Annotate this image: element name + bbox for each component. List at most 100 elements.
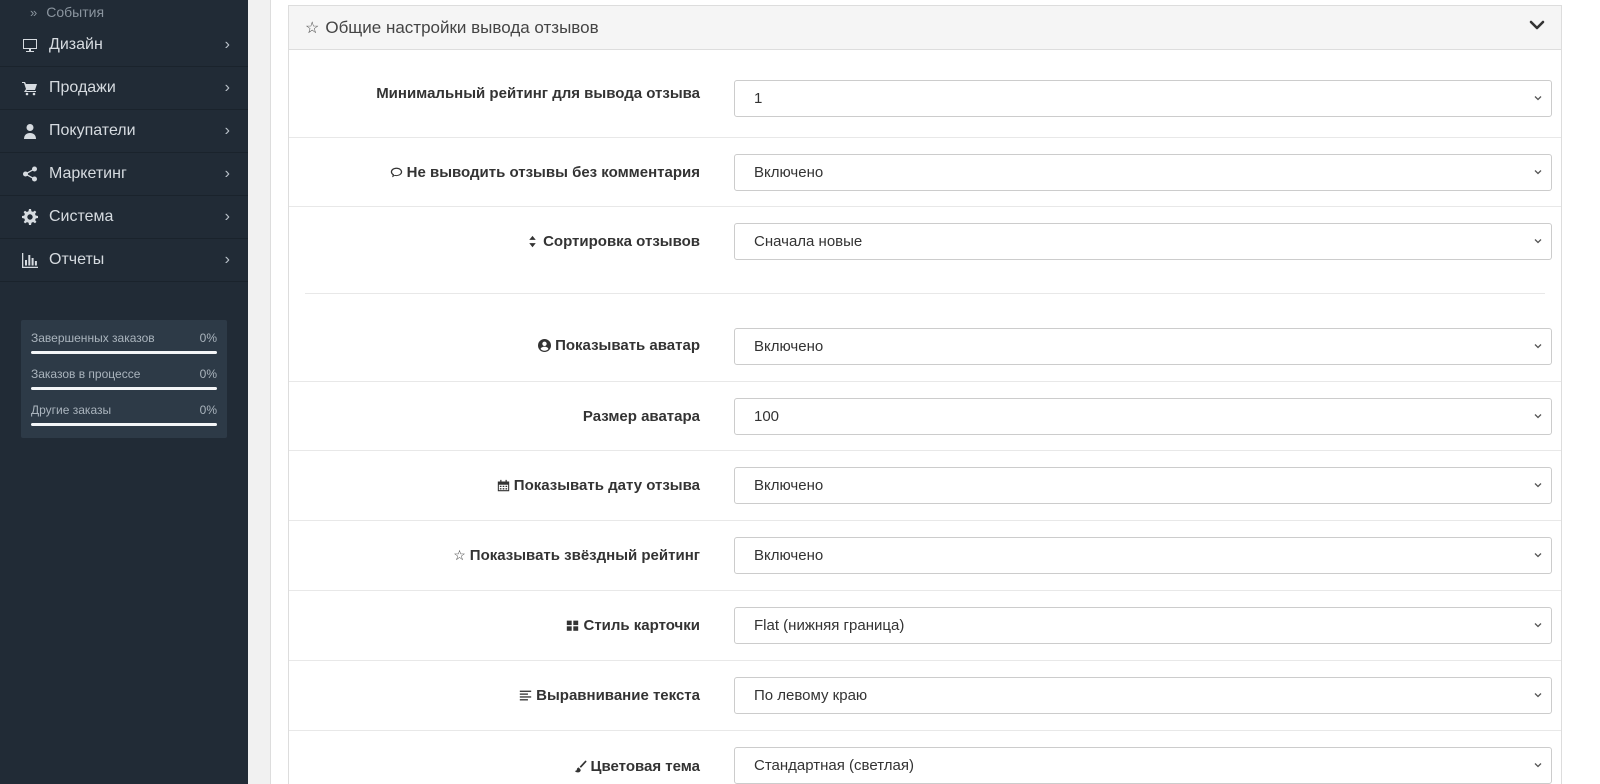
stat-progress-bar [31,351,217,354]
sidebar-item-marketing[interactable]: Маркетинг › [0,153,248,196]
star-outline-icon: ☆ [305,19,320,37]
card-style-select[interactable]: Flat (нижняя граница) [734,607,1552,644]
setting-label: Не выводить отзывы без комментария [289,164,700,181]
user-icon [21,122,39,140]
select-value: 100 [754,408,780,425]
calendar-icon [497,479,510,492]
stat-completed-orders: Завершенных заказов 0% [31,331,217,354]
sidebar-item-customers[interactable]: Покупатели › [0,110,248,153]
select-value: Включено [754,164,824,181]
chevron-right-icon: › [224,251,230,268]
gear-icon [21,208,39,226]
setting-label: Выравнивание текста [289,687,700,704]
section-divider [305,293,1545,294]
setting-min-rating: Минимальный рейтинг для вывода отзыва 1 [289,50,1561,138]
setting-color-theme: Цветовая тема Стандартная (светлая) [289,731,1561,784]
select-value: Включено [754,547,824,564]
stat-other-orders: Другие заказы 0% [31,403,217,426]
chevron-down-icon [1532,91,1544,108]
sort-select[interactable]: Сначала новые [734,223,1552,260]
color-theme-select[interactable]: Стандартная (светлая) [734,747,1552,784]
setting-label: Минимальный рейтинг для вывода отзыва [289,85,700,102]
sidebar-item-system[interactable]: Система › [0,196,248,239]
setting-label-text: Размер аватара [582,407,700,425]
setting-show-date: Показывать дату отзыва Включено [289,451,1561,521]
chevron-right-icon: › [224,36,230,53]
sidebar-subitem-events[interactable]: » События [0,0,248,24]
setting-avatar-size: Размер аватара 100 [289,382,1561,451]
select-value: Flat (нижняя граница) [754,617,905,634]
select-value: По левому краю [754,687,868,704]
setting-text-align: Выравнивание текста По левому краю [289,661,1561,731]
stat-label: Завершенных заказов [31,331,155,345]
min-rating-select[interactable]: 1 [734,80,1552,117]
setting-hide-empty-reviews: Не выводить отзывы без комментария Включ… [289,138,1561,207]
select-value: Включено [754,338,824,355]
sidebar-item-label: Система [49,208,114,225]
sidebar-item-label: Дизайн [49,36,103,53]
chevron-down-icon[interactable] [1529,17,1545,38]
setting-label-text: Показывать аватар [555,337,700,354]
sidebar-item-label: Отчеты [49,251,105,268]
stat-value: 0% [199,331,217,345]
chevron-right-icon: › [224,79,230,96]
monitor-icon [21,36,39,54]
chevron-down-icon [1532,165,1544,182]
setting-label-text: Стиль карточки [583,617,700,634]
setting-label: Стиль карточки [289,617,700,634]
chevron-down-icon [1532,618,1544,635]
setting-label-text: Показывать дату отзыва [513,477,700,494]
show-date-select[interactable]: Включено [734,467,1552,504]
sidebar-item-label: Покупатели [49,122,136,139]
stat-label: Другие заказы [31,403,112,417]
setting-label: Цветовая тема [289,758,700,775]
setting-label: Размер аватара [289,408,700,425]
star-rating-select[interactable]: Включено [734,537,1552,574]
chevron-right-icon: › [224,165,230,182]
setting-label: Показывать аватар [289,337,700,354]
panel-title: Общие настройки вывода отзывов [325,17,599,37]
setting-label-text: Не выводить отзывы без комментария [406,163,700,181]
chevron-right-icon: › [224,208,230,225]
share-icon [21,165,39,183]
setting-label-text: Выравнивание текста [536,687,700,704]
chevron-down-icon [1532,234,1544,251]
select-value: Сначала новые [754,233,863,250]
stat-processing-orders: Заказов в процессе 0% [31,367,217,390]
select-value: Включено [754,477,824,494]
sort-icon [526,235,539,248]
sidebar-item-design[interactable]: Дизайн › [0,24,248,67]
stat-progress-bar [31,423,217,426]
setting-card-style: Стиль карточки Flat (нижняя граница) [289,591,1561,661]
setting-label-text: Цветовая тема [590,757,700,775]
setting-label: Показывать дату отзыва [289,477,700,494]
setting-label: ☆ Показывать звёздный рейтинг [289,547,700,564]
review-settings-panel: ☆ Общие настройки вывода отзывов Минимал… [288,5,1562,784]
setting-label-text: Сортировка отзывов [543,233,700,250]
main-content: ☆ Общие настройки вывода отзывов Минимал… [270,0,1600,784]
stat-progress-bar [31,387,217,390]
text-align-select[interactable]: По левому краю [734,677,1552,714]
sidebar-item-label: Продажи [49,79,116,96]
show-avatar-select[interactable]: Включено [734,328,1552,365]
chevron-down-icon [1532,339,1544,356]
sidebar-item-reports[interactable]: Отчеты › [0,239,248,282]
chevron-down-icon [1532,758,1544,775]
setting-sort-reviews: Сортировка отзывов Сначала новые [289,207,1561,276]
hide-empty-select[interactable]: Включено [734,154,1552,191]
sidebar-item-sales[interactable]: Продажи › [0,67,248,110]
select-value: 1 [754,90,763,107]
setting-show-avatar: Показывать аватар Включено [289,310,1561,382]
setting-show-star-rating: ☆ Показывать звёздный рейтинг Включено [289,521,1561,591]
setting-label-text: Показывать звёздный рейтинг [469,547,700,564]
order-stats-box: Завершенных заказов 0% Заказов в процесс… [21,320,227,438]
bar-chart-icon [21,251,39,269]
panel-header[interactable]: ☆ Общие настройки вывода отзывов [289,6,1561,50]
sidebar: » События Дизайн › Продажи › Покупатели … [0,0,248,784]
stat-label: Заказов в процессе [31,367,141,381]
cart-icon [21,79,39,97]
sidebar-item-label: Маркетинг [49,165,127,182]
double-chevron-right-icon: » [30,4,38,20]
avatar-size-select[interactable]: 100 [734,398,1552,435]
grid-icon [566,619,579,632]
